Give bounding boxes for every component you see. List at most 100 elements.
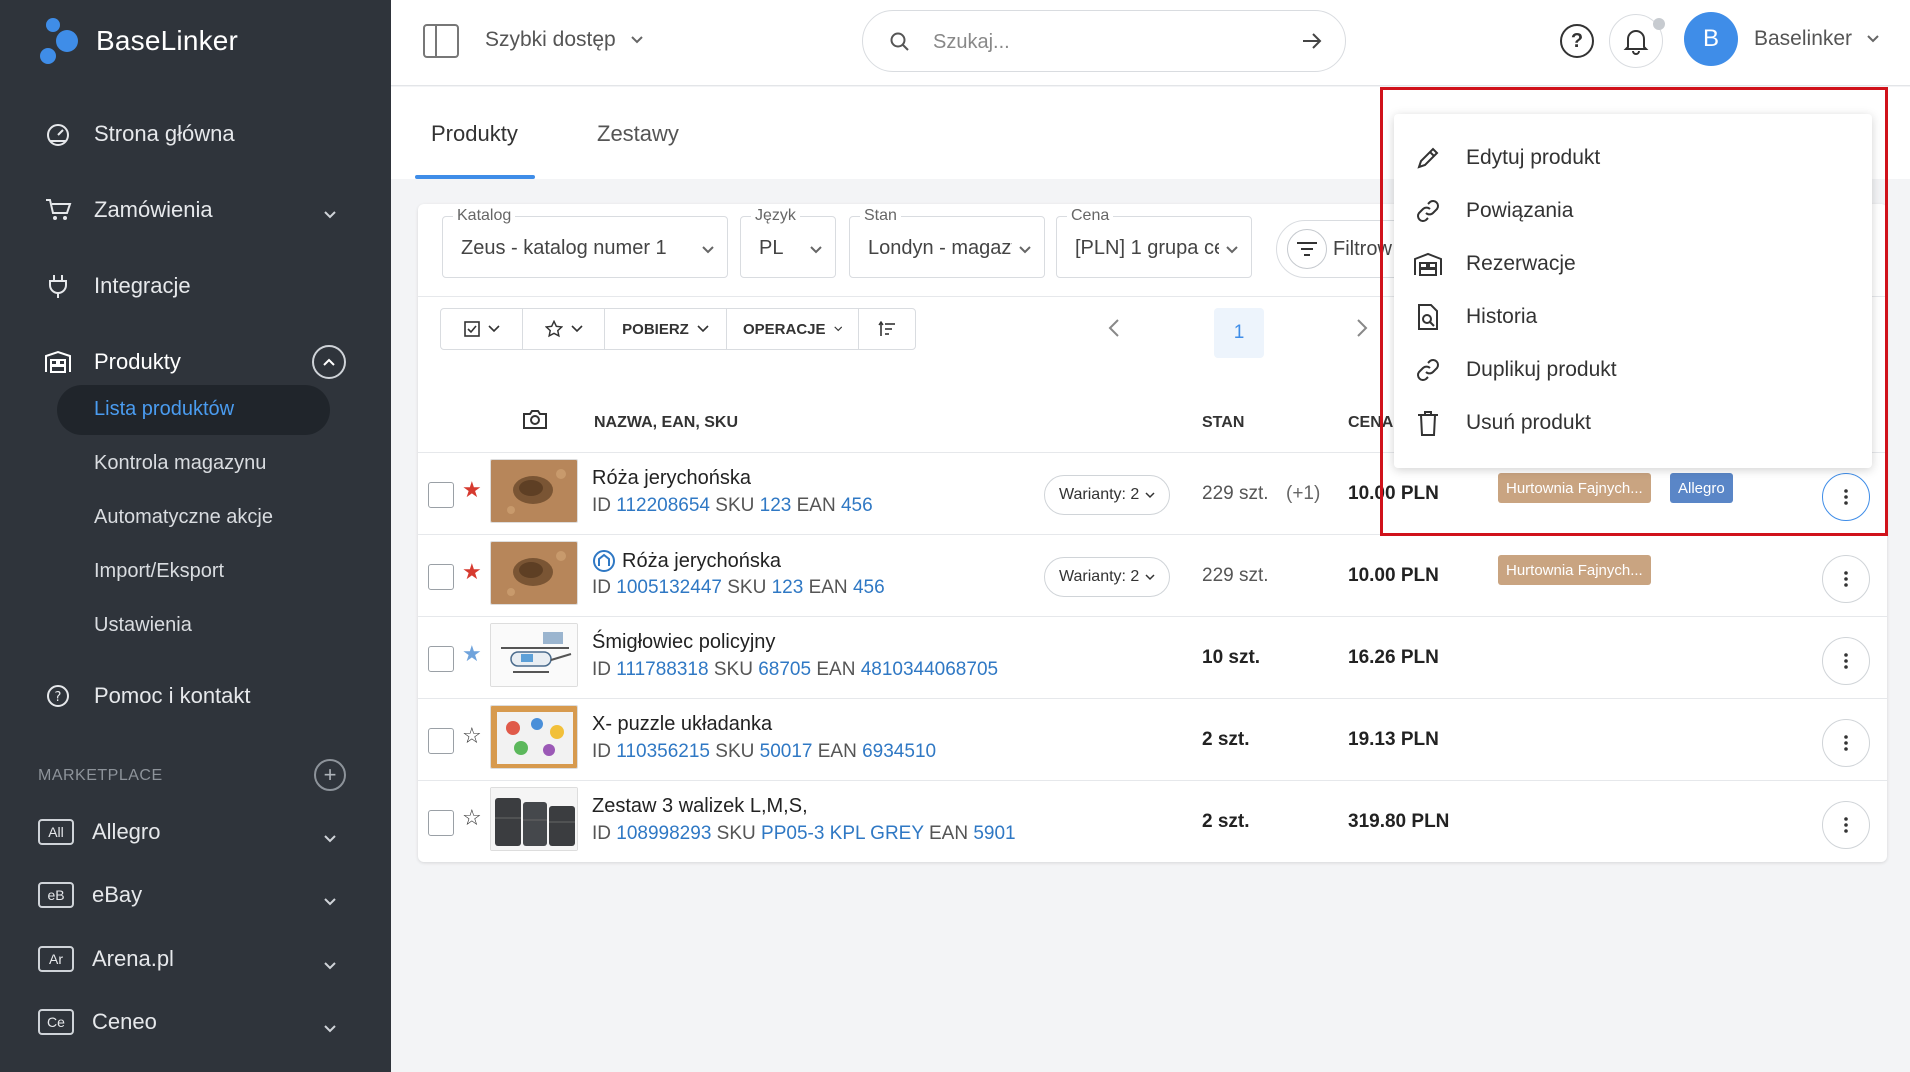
prev-page-button[interactable]	[1108, 318, 1120, 343]
sidebar-item-integrations[interactable]: Integracje	[0, 248, 391, 324]
menu-item-history[interactable]: Historia	[1412, 297, 1537, 337]
product-thumbnail[interactable]	[490, 459, 578, 523]
product-thumbnail[interactable]	[490, 705, 578, 769]
warehouse-select[interactable]: Stan Londyn - magazyn	[849, 207, 1045, 278]
source-tag[interactable]: Hurtownia Fajnych...	[1498, 473, 1651, 503]
avatar[interactable]: B	[1684, 12, 1738, 66]
tab-sets[interactable]: Zestawy	[597, 121, 679, 147]
product-price: 19.13 PLN	[1348, 729, 1439, 750]
marketplace-tag[interactable]: Allegro	[1670, 473, 1733, 503]
row-checkbox[interactable]	[428, 646, 454, 672]
row-actions-button[interactable]	[1822, 801, 1870, 849]
product-sku-link[interactable]: 68705	[758, 659, 811, 680]
product-thumbnail[interactable]	[490, 623, 578, 687]
table-row[interactable]: ☆ X- puzzle układanka ID 110356215 SKU 5…	[418, 698, 1887, 780]
marketplace-item-allegro[interactable]: All Allegro	[0, 802, 391, 862]
star-filled-icon[interactable]: ★	[462, 561, 482, 583]
variants-button[interactable]: Wariantу: 2	[1044, 475, 1171, 515]
help-button[interactable]: ?	[1560, 24, 1594, 58]
product-thumbnail[interactable]	[490, 541, 578, 605]
product-ean-link[interactable]: 5901	[973, 823, 1015, 844]
product-id-link[interactable]: 111788318	[616, 659, 708, 680]
menu-item-reservations[interactable]: Rezerwacje	[1412, 244, 1576, 284]
submenu-item-auto-actions[interactable]: Automatyczne akcje	[0, 490, 391, 544]
row-checkbox[interactable]	[428, 810, 454, 836]
menu-item-links[interactable]: Powiązania	[1412, 191, 1573, 231]
user-menu[interactable]: Baselinker	[1754, 27, 1880, 51]
download-button[interactable]: POBIERZ	[605, 309, 727, 349]
product-ean-link[interactable]: 6934510	[862, 741, 936, 762]
source-tag[interactable]: Hurtownia Fajnych...	[1498, 555, 1651, 585]
sidebar-item-home[interactable]: Strona główna	[0, 96, 391, 172]
product-sku-link[interactable]: 123	[760, 495, 792, 516]
marketplace-item-arena[interactable]: Ar Arena.pl	[0, 929, 391, 989]
product-name[interactable]: Śmigłowiec policyjny	[592, 631, 775, 654]
page-number[interactable]: 1	[1214, 308, 1264, 358]
favorites-button[interactable]	[523, 309, 605, 349]
product-id-link[interactable]: 1005132447	[616, 577, 722, 598]
sidebar-item-orders[interactable]: Zamówienia	[0, 172, 391, 248]
submenu-item-stock-control[interactable]: Kontrola magazynu	[0, 436, 391, 490]
sort-button[interactable]	[859, 309, 915, 349]
product-ean-link[interactable]: 456	[841, 495, 873, 516]
arrow-right-icon[interactable]	[1301, 31, 1323, 56]
submenu-item-product-list[interactable]: Lista produktów	[0, 382, 391, 436]
star-outline-icon[interactable]: ☆	[462, 807, 482, 829]
product-name[interactable]: Zestaw 3 walizek L,M,S,	[592, 795, 808, 818]
table-row[interactable]: ☆ Zestaw 3 walizek L,M,S, ID 108998293 S…	[418, 780, 1887, 862]
catalog-select[interactable]: Katalog Zeus - katalog numer 1	[442, 207, 728, 278]
next-page-button[interactable]	[1356, 318, 1368, 343]
marketplace-item-ceneo[interactable]: Ce Ceneo	[0, 992, 391, 1052]
product-ean-link[interactable]: 456	[853, 577, 885, 598]
logo[interactable]: BaseLinker	[38, 16, 238, 66]
marketplace-item-ebay[interactable]: eB eBay	[0, 865, 391, 925]
row-actions-button[interactable]	[1822, 719, 1870, 767]
submenu-item-settings[interactable]: Ustawienia	[0, 598, 391, 652]
product-thumbnail[interactable]	[490, 787, 578, 851]
sidebar: BaseLinker Strona główna Zamówienia Inte…	[0, 0, 391, 1072]
variants-button[interactable]: Wariantу: 2	[1044, 557, 1171, 597]
row-checkbox[interactable]	[428, 728, 454, 754]
product-sku-link[interactable]: 50017	[760, 741, 813, 762]
row-checkbox[interactable]	[428, 482, 454, 508]
sidebar-item-help[interactable]: ? Pomoc i kontakt	[0, 658, 391, 734]
collapse-button[interactable]	[312, 345, 346, 379]
marketplace-badge: All	[38, 819, 74, 845]
star-outline-icon[interactable]: ☆	[462, 725, 482, 747]
product-ean-link[interactable]: 4810344068705	[861, 659, 998, 680]
product-name[interactable]: Róża jerychońska	[592, 467, 751, 490]
marketplace-badge: eB	[38, 882, 74, 908]
quick-access-dropdown[interactable]: Szybki dostęp	[485, 28, 644, 52]
product-sku-link[interactable]: PP05-3 KPL GREY	[761, 823, 924, 844]
table-row[interactable]: ★ Róża jerychońska ID 1005132447 SKU 123…	[418, 534, 1887, 616]
product-id-link[interactable]: 112208654	[616, 495, 710, 516]
select-all-button[interactable]	[441, 309, 523, 349]
add-marketplace-button[interactable]: +	[314, 759, 346, 791]
sidebar-toggle-icon[interactable]	[423, 24, 459, 58]
operations-button[interactable]: OPERACJE	[727, 309, 859, 349]
row-actions-button[interactable]	[1822, 473, 1870, 521]
submenu-item-import-export[interactable]: Import/Eksport	[0, 544, 391, 598]
search-input[interactable]	[933, 27, 1273, 57]
column-header-stock[interactable]: STAN	[1202, 414, 1244, 432]
language-select[interactable]: Język PL	[740, 207, 836, 278]
star-filled-icon[interactable]: ★	[462, 643, 482, 665]
price-group-select[interactable]: Cena [PLN] 1 grupa cenowa	[1056, 207, 1252, 278]
product-name[interactable]: Róża jerychońska	[592, 549, 781, 573]
star-filled-icon[interactable]: ★	[462, 479, 482, 501]
menu-item-edit-product[interactable]: Edytuj produkt	[1412, 138, 1600, 178]
column-header-price[interactable]: CENA	[1348, 414, 1393, 432]
column-header-name[interactable]: NAZWA, EAN, SKU	[594, 414, 738, 432]
product-price: 10.00 PLN	[1348, 565, 1439, 586]
tab-products[interactable]: Produkty	[431, 121, 518, 147]
row-checkbox[interactable]	[428, 564, 454, 590]
menu-item-delete-product[interactable]: Usuń produkt	[1412, 403, 1591, 443]
product-name[interactable]: X- puzzle układanka	[592, 713, 772, 736]
product-id-link[interactable]: 108998293	[616, 823, 711, 844]
row-actions-button[interactable]	[1822, 555, 1870, 603]
product-sku-link[interactable]: 123	[772, 577, 804, 598]
table-row[interactable]: ★ Śmigłowiec policyjny ID 111788318 SKU …	[418, 616, 1887, 698]
row-actions-button[interactable]	[1822, 637, 1870, 685]
menu-item-duplicate-product[interactable]: Duplikuj produkt	[1412, 350, 1617, 390]
product-id-link[interactable]: 110356215	[616, 741, 710, 762]
